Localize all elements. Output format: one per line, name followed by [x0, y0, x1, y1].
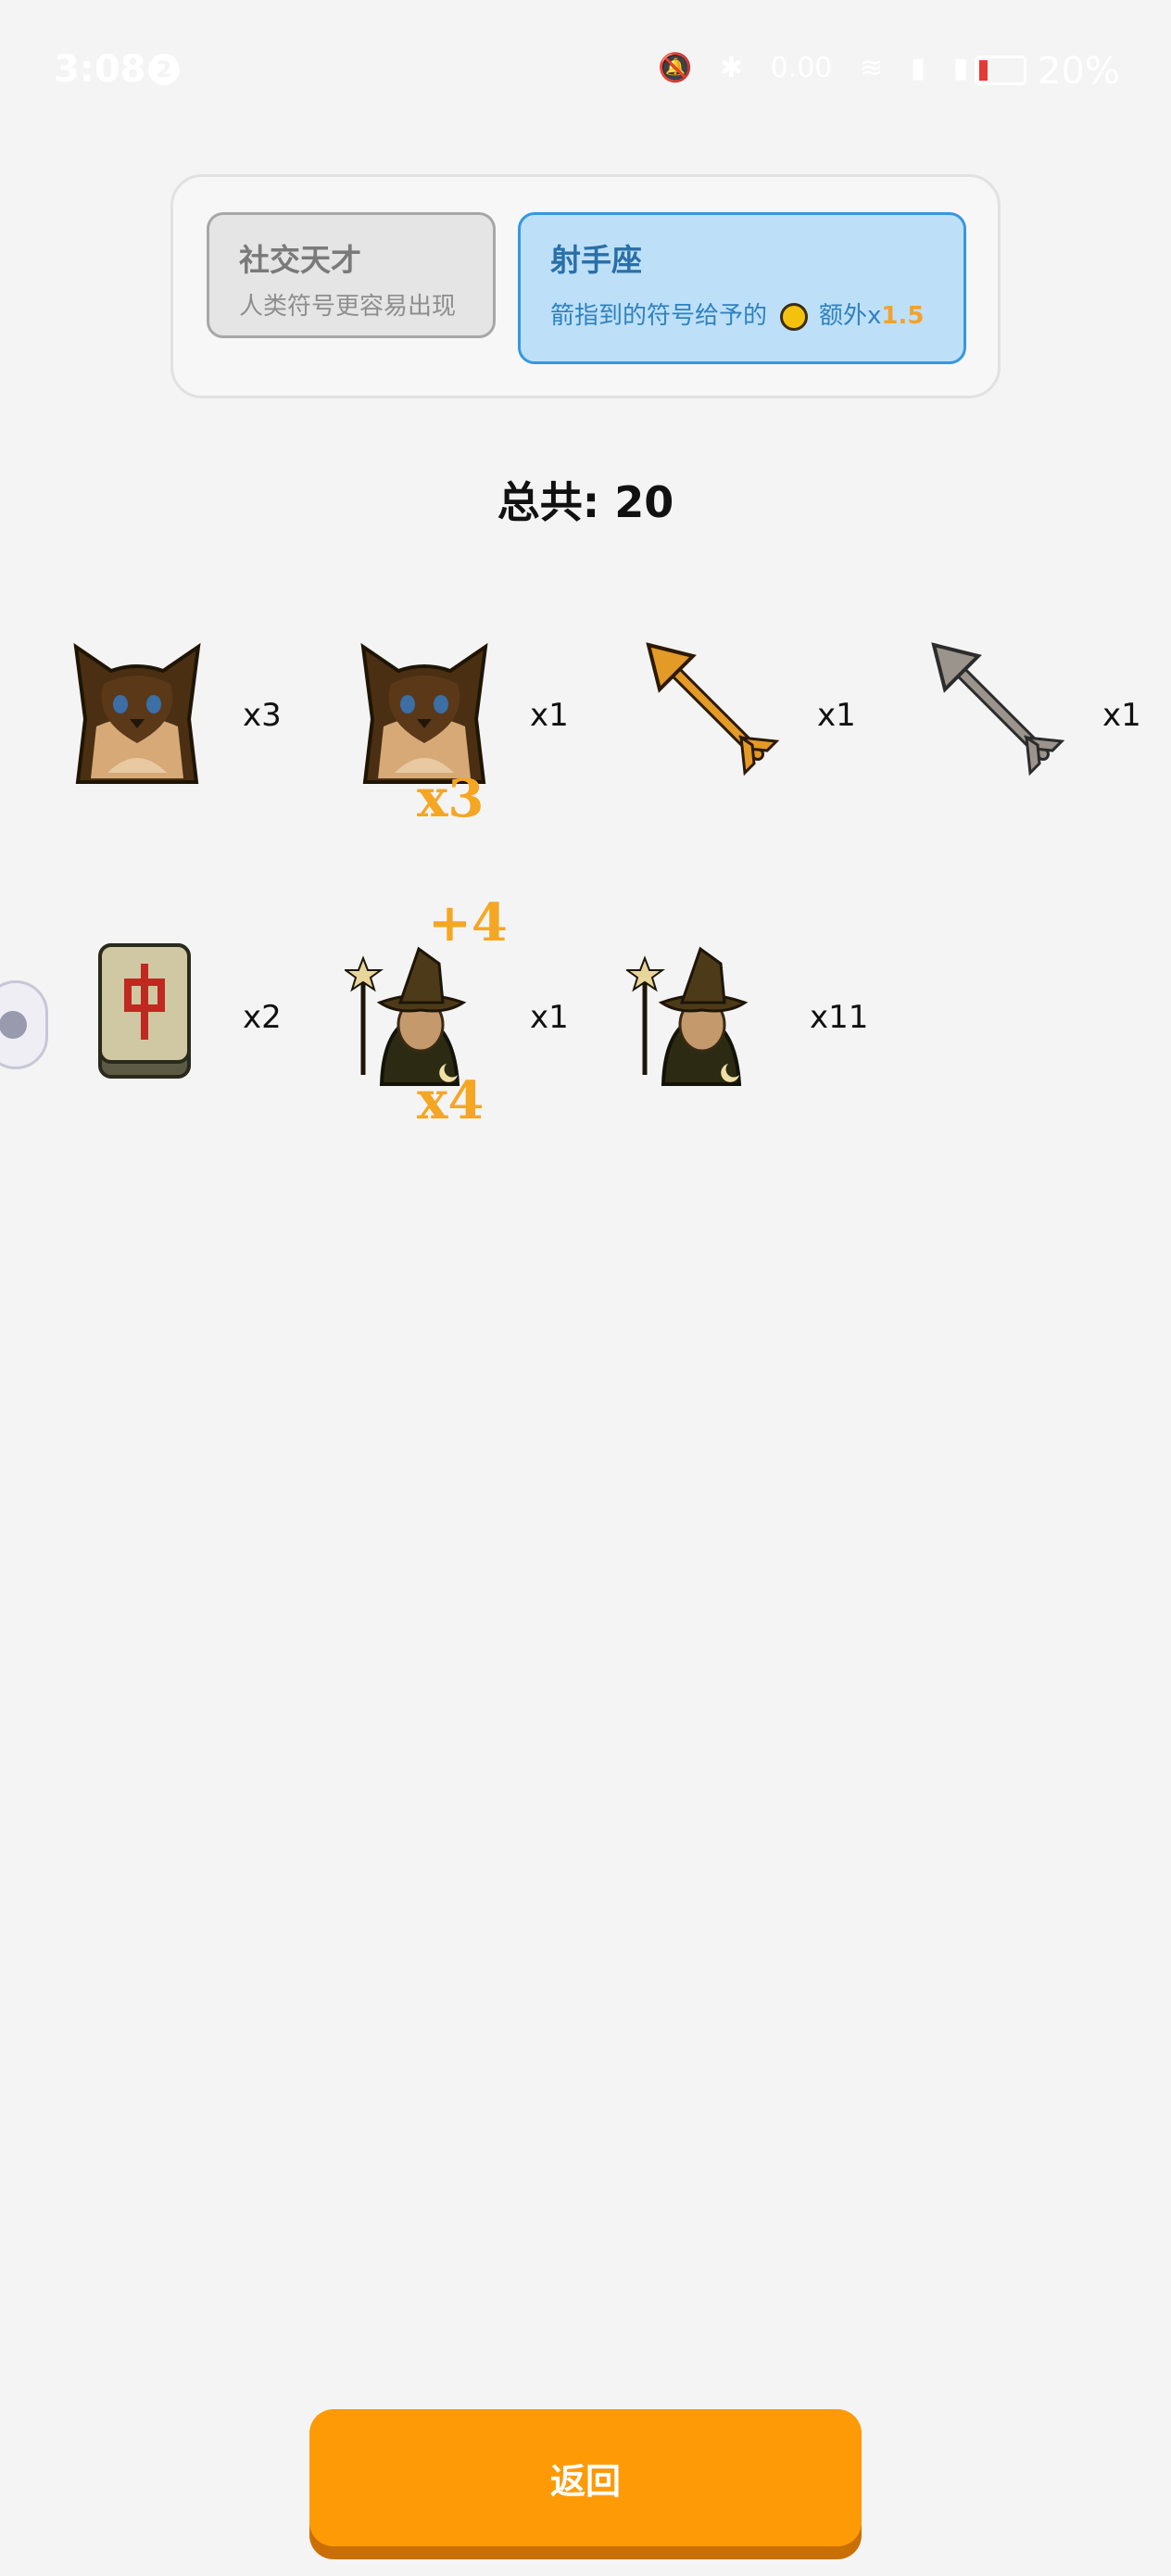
symbol-item[interactable]: x1 [637, 634, 934, 819]
symbol-item[interactable]: +4 x4 x1 [345, 897, 641, 1127]
cat-icon [74, 645, 200, 784]
symbol-count: x1 [1102, 697, 1141, 734]
mahjong-tile-icon [63, 936, 211, 1093]
symbol-item[interactable]: x11 [626, 936, 923, 1121]
status-icons: 🔕 ✱ 0.00 ≋ ▮ ▮ [658, 52, 991, 89]
back-button[interactable]: 返回 [309, 2409, 862, 2546]
battery-level [979, 60, 988, 81]
trait-card-social-genius[interactable]: 社交天才 人类符号更容易出现 [207, 212, 496, 338]
multiplier-overlay: x3 [417, 768, 485, 829]
coin-icon [780, 302, 809, 331]
symbol-count: x3 [243, 697, 282, 734]
symbol-item[interactable]: x2 [63, 936, 359, 1121]
symbol-item[interactable]: x3 [63, 634, 359, 819]
trait-title: 射手座 [550, 242, 642, 278]
floating-assistant-button[interactable] [0, 980, 48, 1069]
multiplier-overlay: x4 [417, 1070, 485, 1131]
symbol-count: x1 [530, 999, 569, 1036]
notification-badge: 2 [148, 54, 180, 85]
gray-arrow-icon [923, 634, 1071, 791]
golden-arrow-icon [637, 634, 786, 791]
assistant-icon [0, 1011, 27, 1039]
mute-icon: 🔕 [658, 52, 693, 84]
status-bar: 3:08 2 🔕 ✱ 0.00 ≋ ▮ ▮ 20% [0, 0, 1171, 139]
traits-panel: 社交天才 人类符号更容易出现 射手座 箭指到的符号给予的 额外x1.5 [170, 174, 1001, 398]
symbol-item[interactable]: x3 x1 [350, 634, 647, 825]
status-time: 3:08 [54, 48, 146, 91]
witch-icon [626, 936, 774, 1093]
multiplier-value: 1.5 [881, 302, 925, 330]
symbol-item[interactable]: x1 [923, 634, 1171, 819]
trait-description: 人类符号更容易出现 [239, 293, 457, 321]
signal-icon: ▮ [952, 52, 969, 84]
bluetooth-icon: ✱ [719, 52, 744, 84]
trait-title: 社交天才 [239, 242, 361, 278]
network-speed: 0.00 [770, 52, 833, 84]
signal-icon: ▮ [910, 52, 926, 84]
total-count: 总共: 20 [497, 477, 674, 527]
symbol-count: x2 [243, 999, 282, 1036]
wifi-icon: ≋ [859, 52, 884, 84]
symbol-count: x1 [530, 697, 569, 734]
trait-desc-suffix: 额外x [819, 302, 882, 330]
trait-desc-prefix: 箭指到的符号给予的 [550, 302, 768, 330]
trait-card-sagittarius[interactable]: 射手座 箭指到的符号给予的 额外x1.5 [518, 212, 966, 364]
trait-description: 箭指到的符号给予的 额外x1.5 [550, 297, 924, 331]
symbol-count: x1 [817, 697, 856, 734]
bonus-overlay: +4 [428, 892, 508, 953]
symbol-count: x11 [810, 999, 869, 1036]
battery-icon [975, 56, 1026, 85]
battery-percent: 20% [1038, 50, 1120, 93]
